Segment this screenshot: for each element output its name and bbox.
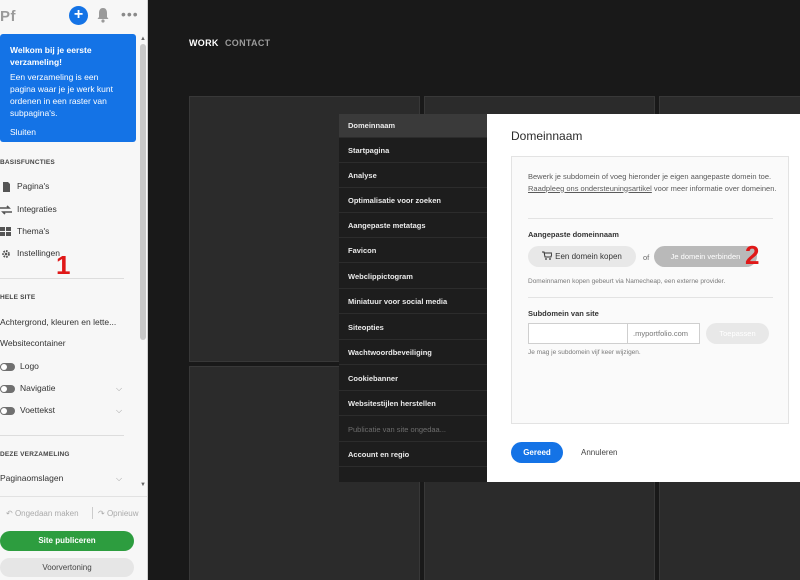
settings-nav-homepage[interactable]: Startpagina [339,139,487,163]
buy-domain-label: Een domein kopen [555,252,622,261]
settings-nav-cookie-banner[interactable]: Cookiebanner [339,367,487,391]
settings-nav-account[interactable]: Account en regio [339,443,487,467]
sidebar-footer: ↶ Ongedaan maken ↷ Opnieuw Site publicer… [0,496,147,580]
redo-button[interactable]: ↷ Opnieuw [98,509,139,518]
sidebar-item-footer[interactable]: Voettekst [0,403,55,417]
settings-nav-unpublish: Publicatie van site ongedaa... [339,418,487,442]
sidebar-item-label: Thema's [17,226,50,236]
sidebar-item-settings[interactable]: Instellingen [0,246,60,260]
subdomain-label: Subdomein van site [528,309,599,318]
preview-button[interactable]: Voorvertoning [0,558,134,577]
sidebar-item-background[interactable]: Achtergrond, kleuren en lette... [0,315,116,329]
scroll-down-icon[interactable]: ▼ [140,482,146,488]
annotation-marker-1: 1 [56,250,71,280]
sidebar: Pf + ••• Welkom bij je eerste verzamelin… [0,0,148,580]
divider [0,435,124,436]
undo-label: Ongedaan maken [14,509,79,518]
section-heading-collection: DEZE VERZAMELING [0,451,70,458]
logo-toggle[interactable] [0,362,15,371]
namecheap-note: Domeinnamen kopen gebeurt via Namecheap,… [528,278,726,285]
footer-toggle[interactable] [0,406,15,415]
custom-domain-label: Aangepaste domeinnaam [528,230,619,239]
subdomain-change-note: Je mag je subdomein vijf keer wijzigen. [528,349,641,356]
sidebar-item-logo[interactable]: Logo [0,359,39,373]
connect-domain-button[interactable]: Je domein verbinden [654,246,757,267]
sidebar-item-pages[interactable]: Pagina's [0,179,49,193]
sidebar-item-label: Pagina's [17,181,50,191]
sidebar-item-navigation[interactable]: Navigatie [0,381,55,395]
settings-nav-analytics[interactable]: Analyse [339,164,487,188]
settings-nav-password[interactable]: Wachtwoordbeveiliging [339,341,487,365]
chevron-down-icon[interactable]: ⌵ [116,406,122,416]
settings-nav-seo[interactable]: Optimalisatie voor zoeken [339,189,487,213]
subdomain-suffix: .myportfolio.com [628,323,700,344]
theme-grid-icon [0,226,11,236]
sidebar-item-page-covers[interactable]: Paginaomslagen [0,471,63,485]
done-button[interactable]: Gereed [511,442,563,463]
sidebar-item-label: Integraties [17,204,57,214]
settings-nav-reset-styles[interactable]: Websitestijlen herstellen [339,392,487,416]
settings-nav-site-options[interactable]: Siteopties [339,316,487,340]
more-icon[interactable]: ••• [121,6,139,22]
sidebar-topbar: Pf + ••• [0,0,147,32]
welcome-title: Welkom bij je eerste verzameling! [10,45,92,67]
sidebar-item-label: Navigatie [20,383,56,393]
divider [528,218,773,219]
sidebar-item-themes[interactable]: Thema's [0,224,49,238]
intro-text: voor meer informatie over domeinen. [651,183,777,193]
subdomain-input[interactable] [528,323,628,344]
settings-nav: Domeinnaam Startpagina Analyse Optimalis… [339,114,487,482]
divider [92,507,93,519]
settings-nav-favicon[interactable]: Favicon [339,239,487,263]
sidebar-item-label: Instellingen [17,248,61,258]
section-heading-basis: BASISFUNCTIES [0,159,55,166]
domain-card: Bewerk je subdomein of voeg hieronder je… [511,156,789,424]
site-nav-work[interactable]: WORK [189,38,219,48]
annotation-marker-2: 2 [745,240,760,270]
redo-label: Opnieuw [106,509,139,518]
site-nav-contact[interactable]: CONTACT [225,38,270,48]
domain-settings-panel: Domeinnaam Bewerk je subdomein of voeg h… [487,114,800,482]
sidebar-item-label: Logo [20,361,39,371]
undo-button[interactable]: ↶ Ongedaan maken [6,509,79,518]
navigation-toggle[interactable] [0,384,15,393]
support-article-link[interactable]: Raadpleeg ons ondersteuningsartikel [528,184,652,193]
welcome-card: Welkom bij je eerste verzameling! Een ve… [0,34,136,142]
cart-icon [542,251,553,260]
settings-nav-social-thumbnail[interactable]: Miniatuur voor social media [339,290,487,314]
scroll-up-icon[interactable]: ▲ [140,36,146,42]
divider [528,297,773,298]
bell-icon[interactable] [96,7,110,23]
panel-title: Domeinnaam [511,129,583,143]
integrations-icon [0,205,12,215]
intro-text: Bewerk je subdomein of voeg hieronder je… [528,172,772,181]
welcome-close-link[interactable]: Sluiten [10,127,126,137]
or-text: of [643,253,650,262]
settings-nav-metatags[interactable]: Aangepaste metatags [339,214,487,238]
gear-icon [2,249,10,258]
chevron-down-icon[interactable]: ⌵ [116,474,122,484]
apply-button[interactable]: Toepassen [706,323,769,344]
settings-nav-domain[interactable]: Domeinnaam [339,114,487,138]
welcome-body: Een verzameling is een pagina waar je je… [10,72,114,118]
domain-intro-text: Bewerk je subdomein of voeg hieronder je… [528,171,778,194]
sidebar-scroll-thumb[interactable] [140,44,146,340]
publish-button[interactable]: Site publiceren [0,531,134,551]
cancel-button[interactable]: Annuleren [581,448,617,457]
sidebar-item-integrations[interactable]: Integraties [0,202,57,216]
page-icon [3,181,10,192]
settings-nav-webclip[interactable]: Webclippictogram [339,265,487,289]
sidebar-item-container[interactable]: Websitecontainer [0,336,66,350]
sidebar-item-label: Voettekst [20,405,55,415]
portfolio-logo: Pf [0,8,16,25]
section-heading-site: HELE SITE [0,294,36,301]
add-button[interactable]: + [69,6,88,25]
buy-domain-button[interactable]: Een domein kopen [528,246,636,267]
chevron-down-icon[interactable]: ⌵ [116,384,122,394]
